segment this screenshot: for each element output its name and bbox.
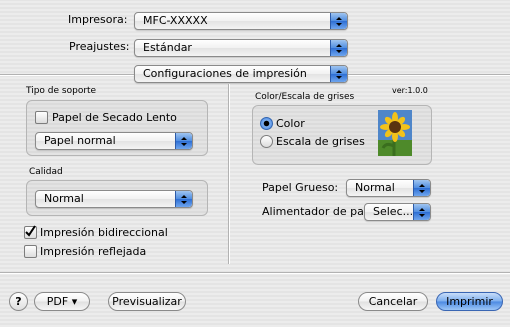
- preview-button[interactable]: Previsualizar: [108, 292, 186, 311]
- print-button[interactable]: Imprimir: [436, 292, 503, 311]
- color-radio[interactable]: [260, 117, 273, 130]
- help-button[interactable]: ?: [9, 292, 28, 311]
- thick-paper-select[interactable]: Normal: [346, 179, 431, 197]
- paper-type-value: Papel normal: [44, 134, 116, 147]
- vertical-divider: [228, 84, 229, 264]
- quality-select[interactable]: Normal: [35, 190, 193, 208]
- printer-label: Impresora:: [68, 13, 128, 26]
- slow-dry-checkbox[interactable]: [35, 111, 48, 124]
- mirror-label: Impresión reflejada: [40, 245, 147, 258]
- paper-type-select[interactable]: Papel normal: [35, 132, 193, 150]
- color-group-title: Color/Escala de grises: [255, 92, 355, 102]
- grayscale-radio-label: Escala de grises: [276, 135, 365, 148]
- presets-select[interactable]: Estándar: [134, 39, 348, 57]
- footer-separator: [0, 272, 510, 273]
- bidirectional-label: Impresión bidireccional: [40, 226, 168, 239]
- updown-arrows-icon: [330, 13, 347, 29]
- cancel-button[interactable]: Cancelar: [358, 292, 428, 311]
- updown-arrows-icon: [413, 204, 430, 220]
- paper-source-select[interactable]: Selec...: [364, 203, 431, 221]
- pdf-menu-button[interactable]: PDF ▾: [34, 292, 90, 311]
- panel-value: Configuraciones de impresión: [143, 67, 307, 80]
- updown-arrows-icon: [175, 191, 192, 207]
- checkmark-icon: [25, 225, 36, 237]
- panel-select[interactable]: Configuraciones de impresión: [134, 65, 348, 83]
- slow-dry-label: Papel de Secado Lento: [52, 111, 177, 124]
- quality-group-title: Calidad: [29, 167, 63, 177]
- media-group-title: Tipo de soporte: [26, 86, 97, 96]
- presets-value: Estándar: [143, 41, 192, 54]
- updown-arrows-icon: [175, 133, 192, 149]
- quality-value: Normal: [44, 192, 84, 205]
- updown-arrows-icon: [330, 66, 347, 82]
- updown-arrows-icon: [330, 40, 347, 56]
- bidirectional-checkbox[interactable]: [24, 225, 37, 239]
- mirror-checkbox[interactable]: [24, 245, 37, 258]
- grayscale-radio[interactable]: [260, 135, 273, 148]
- color-radio-label: Color: [276, 117, 305, 130]
- sunflower-photo-icon: [378, 110, 412, 156]
- updown-arrows-icon: [413, 180, 430, 196]
- thick-paper-value: Normal: [355, 181, 395, 194]
- thick-paper-label: Papel Grueso:: [262, 181, 339, 194]
- printer-select[interactable]: MFC-XXXXX: [134, 12, 348, 30]
- presets-label: Preajustes:: [69, 40, 130, 53]
- paper-source-value: Selec...: [373, 205, 414, 218]
- version-label: ver:1.0.0: [392, 86, 428, 95]
- printer-value: MFC-XXXXX: [143, 14, 208, 27]
